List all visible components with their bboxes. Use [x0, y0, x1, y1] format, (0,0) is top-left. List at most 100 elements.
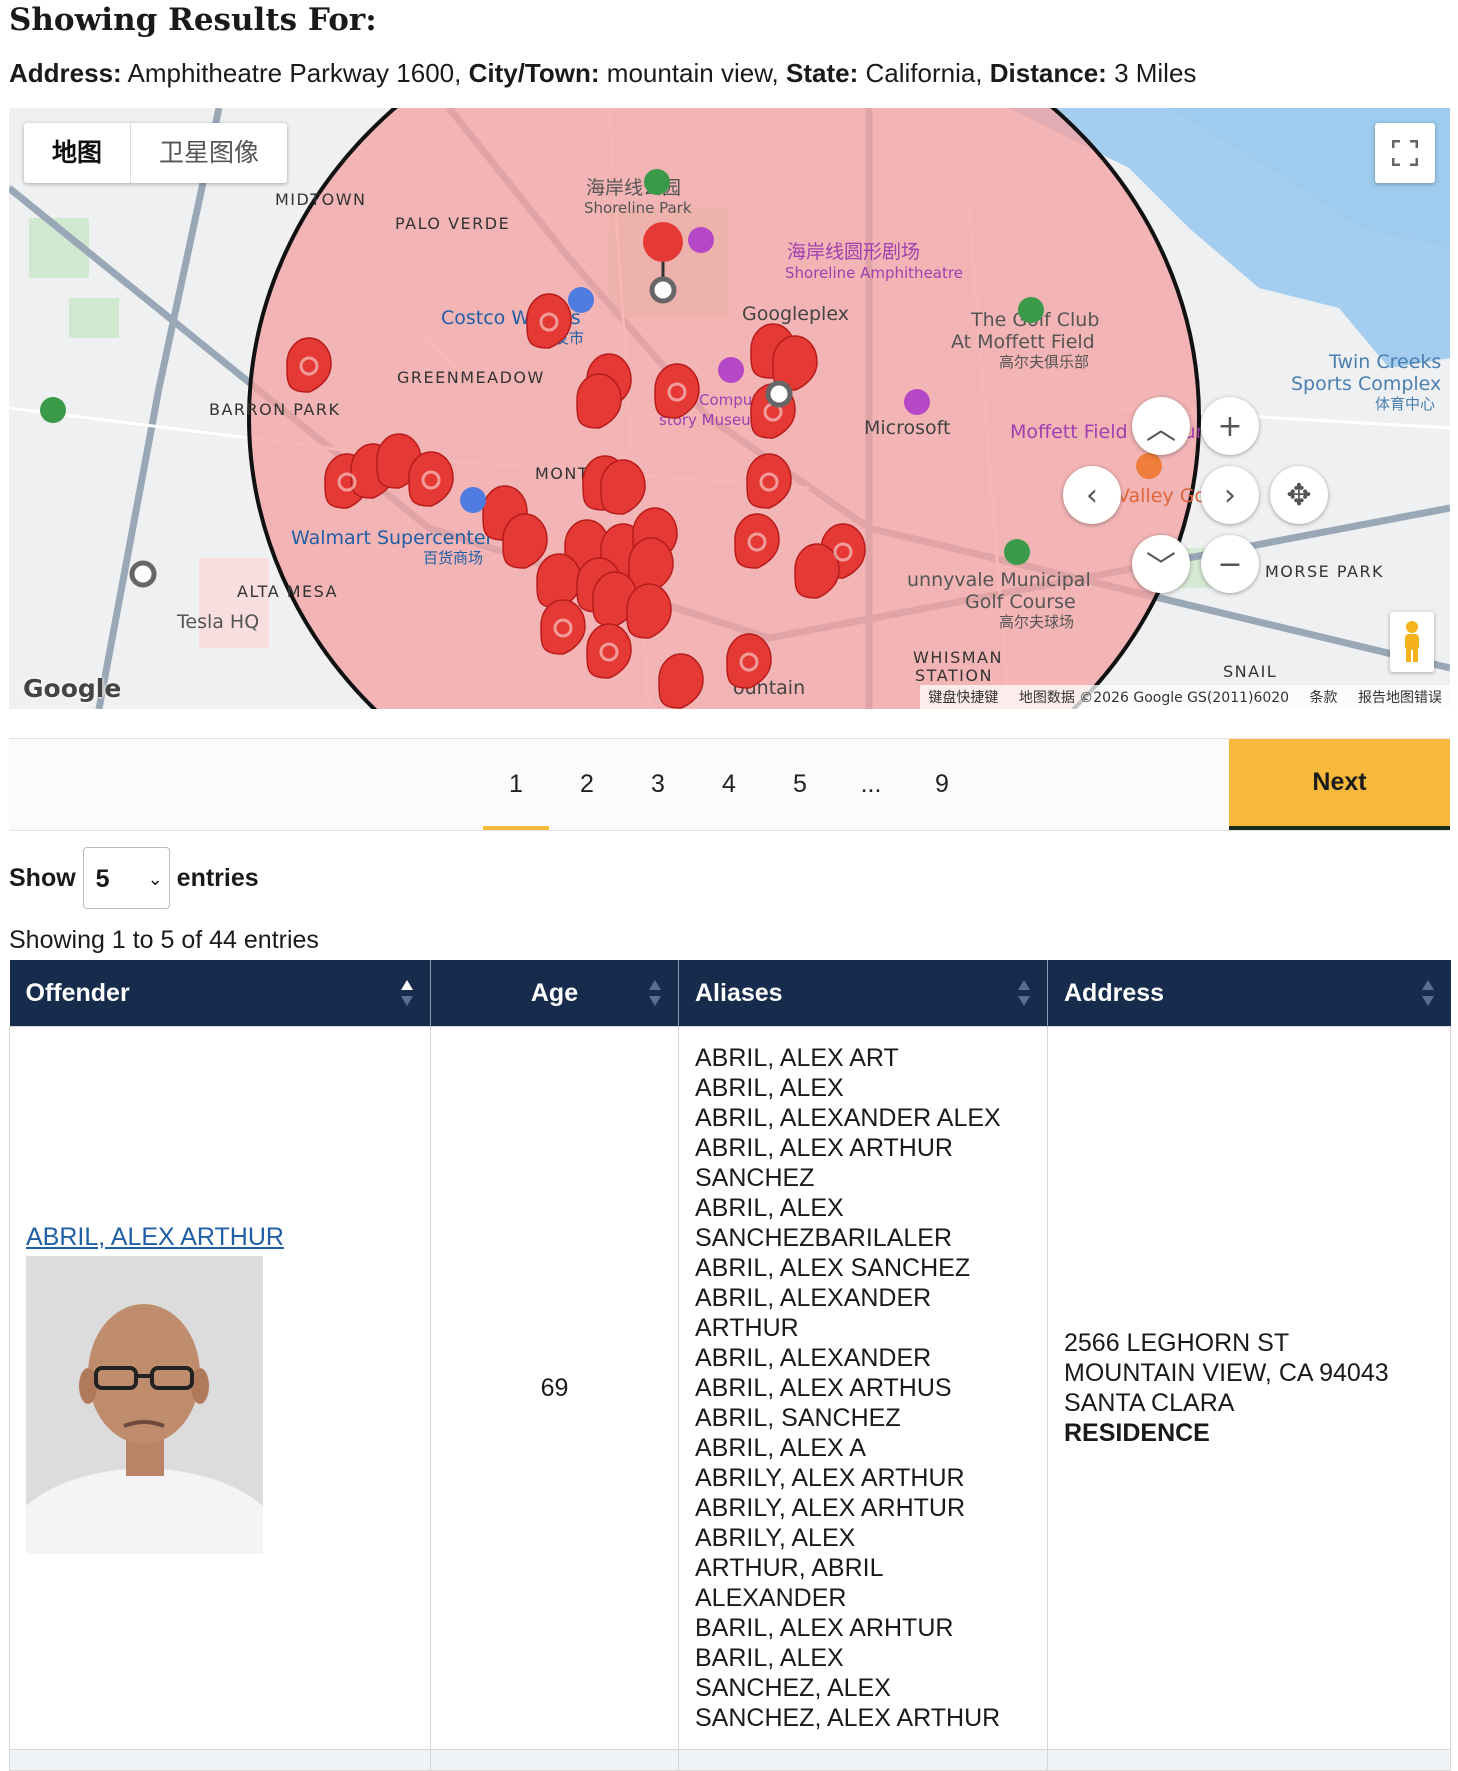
pegman-icon	[1405, 621, 1419, 662]
page-2-button[interactable]: 2	[554, 739, 620, 830]
fullscreen-icon	[1392, 140, 1418, 166]
terms-link[interactable]: 条款	[1310, 690, 1338, 706]
state-value: California,	[865, 58, 983, 88]
page-4-button[interactable]: 4	[696, 739, 762, 830]
map-data-text: 地图数据 ©2026 Google GS(2011)6020	[1018, 690, 1290, 706]
offender-pin[interactable]	[586, 623, 632, 679]
page-title: Showing Results For:	[9, 2, 377, 38]
chevron-left-icon: ‹	[1086, 477, 1098, 513]
address-cell: 2566 LEGHORN ST MOUNTAIN VIEW, CA 94043 …	[1047, 1026, 1451, 1750]
pagination: 1 2 3 4 5 ... 9 Next	[9, 738, 1450, 831]
state-label: State:	[786, 58, 859, 88]
alias-item: ABRILY, ALEX ARHTUR	[695, 1494, 966, 1522]
alias-item: ABRIL, ALEXANDER	[695, 1344, 932, 1372]
alias-item: BARIL, ALEX ARHTUR	[695, 1614, 954, 1642]
alias-item: ABRIL, ALEXANDER ALEX	[695, 1104, 1001, 1132]
address-street: 2566 LEGHORN ST	[1064, 1329, 1290, 1357]
offender-cell: ABRIL, ALEX ARTHUR	[9, 1026, 431, 1750]
alias-item: SANCHEZ, ALEX	[695, 1674, 891, 1702]
offender-pin[interactable]	[734, 513, 780, 569]
column-header-label: Aliases	[695, 978, 783, 1007]
map-type-satellite-button[interactable]: 卫星图像	[131, 123, 287, 183]
pan-right-button[interactable]: ›	[1201, 466, 1259, 524]
sort-icon	[1421, 980, 1434, 1006]
age-cell	[430, 1749, 679, 1771]
offender-pin[interactable]	[600, 459, 646, 515]
page-3-button[interactable]: 3	[625, 739, 691, 830]
address-county: SANTA CLARA	[1064, 1389, 1235, 1417]
map-attribution: 键盘快捷键 地图数据 ©2026 Google GS(2011)6020 条款 …	[920, 685, 1450, 709]
aliases-cell: ABRIL, ALEX ART ABRIL, ALEX ABRIL, ALEXA…	[678, 1026, 1048, 1750]
map-type-map-button[interactable]: 地图	[24, 123, 132, 183]
offender-pin[interactable]	[654, 363, 700, 419]
column-header-aliases[interactable]: Aliases	[678, 960, 1048, 1027]
column-header-label: Offender	[25, 978, 130, 1007]
alias-item: ABRILY, ALEX	[695, 1524, 856, 1552]
address-label: Address:	[9, 58, 122, 88]
alias-item: BARIL, ALEX	[695, 1644, 844, 1672]
offender-pin[interactable]	[526, 293, 572, 349]
entries-select[interactable]: 5 ⌄	[82, 847, 170, 909]
offender-pin[interactable]	[576, 373, 622, 429]
column-header-age[interactable]: Age	[430, 960, 679, 1027]
pan-left-button[interactable]: ‹	[1063, 466, 1121, 524]
alias-item: ABRIL, ALEX SANCHEZBARILALER	[695, 1194, 953, 1252]
next-page-button[interactable]: Next	[1229, 739, 1450, 830]
zoom-out-button[interactable]: −	[1201, 535, 1259, 593]
pan-down-button[interactable]: ﹀	[1132, 535, 1190, 593]
city-value: mountain view,	[606, 58, 779, 88]
column-header-offender[interactable]: Offender	[9, 960, 431, 1027]
sort-icon	[649, 980, 661, 1006]
offender-pin[interactable]	[540, 599, 586, 655]
chevron-up-icon: ︿	[1146, 412, 1176, 447]
address-cell	[1047, 1749, 1451, 1771]
plus-icon: +	[1217, 408, 1243, 444]
entries-info: Showing 1 to 5 of 44 entries	[9, 926, 319, 954]
pan-up-button[interactable]: ︿	[1132, 397, 1190, 455]
recenter-button[interactable]: ✥	[1270, 466, 1328, 524]
report-error-link[interactable]: 报告地图错误	[1358, 690, 1442, 706]
offender-pin[interactable]	[794, 543, 840, 599]
address-type: RESIDENCE	[1064, 1419, 1210, 1447]
offender-pin[interactable]	[746, 453, 792, 509]
street-view-button[interactable]	[1390, 612, 1434, 672]
entries-length-control: Show 5 ⌄ entries	[9, 846, 259, 910]
show-label: Show	[9, 863, 76, 892]
chevron-down-icon: ﹀	[1146, 550, 1176, 585]
page-1-button[interactable]: 1	[483, 739, 549, 830]
column-header-label: Address	[1064, 978, 1165, 1007]
zoom-in-button[interactable]: +	[1201, 397, 1259, 455]
offender-name-link[interactable]: ABRIL, ALEX ARTHUR	[26, 1223, 414, 1252]
map-type-control: 地图 卫星图像	[24, 123, 288, 183]
offender-pin[interactable]	[626, 583, 672, 639]
distance-value: 3 Miles	[1114, 58, 1197, 88]
move-icon: ✥	[1286, 477, 1312, 513]
distance-label: Distance:	[989, 58, 1107, 88]
search-criteria: Address: Amphitheatre Parkway 1600, City…	[9, 58, 1196, 89]
alias-item: ARTHUR, ABRIL ALEXANDER	[695, 1554, 883, 1612]
offender-pin[interactable]	[408, 451, 454, 507]
page-9-button[interactable]: 9	[909, 739, 975, 830]
alias-item: ABRIL, ALEX ARTHUS	[695, 1374, 952, 1402]
alias-item: ABRIL, ALEX ARTHUR SANCHEZ	[695, 1134, 953, 1192]
keyboard-shortcuts-link[interactable]: 键盘快捷键	[928, 690, 998, 706]
entries-label: entries	[176, 863, 259, 892]
alias-item: ABRIL, ALEX A	[695, 1434, 866, 1462]
offender-photo[interactable]	[26, 1255, 263, 1554]
age-cell: 69	[430, 1026, 679, 1750]
page-5-button[interactable]: 5	[767, 739, 833, 830]
search-center-marker	[643, 222, 683, 262]
alias-item: ABRIL, ALEX ART	[695, 1044, 899, 1072]
page-ellipsis: ...	[860, 770, 882, 798]
fullscreen-button[interactable]	[1375, 123, 1435, 183]
offender-pin[interactable]	[286, 337, 332, 393]
results-map[interactable]: MIDTOWN PALO VERDE GREENMEADOW BARRON PA…	[9, 108, 1450, 709]
offender-pin[interactable]	[726, 633, 772, 689]
offender-pin[interactable]	[658, 653, 704, 709]
column-header-address[interactable]: Address	[1047, 960, 1451, 1027]
column-header-label: Age	[530, 978, 579, 1007]
alias-item: ABRIL, ALEXANDER ARTHUR	[695, 1284, 932, 1342]
offender-pin[interactable]	[502, 513, 548, 569]
address-value: Amphitheatre Parkway 1600,	[127, 58, 462, 88]
chevron-right-icon: ›	[1224, 477, 1236, 513]
